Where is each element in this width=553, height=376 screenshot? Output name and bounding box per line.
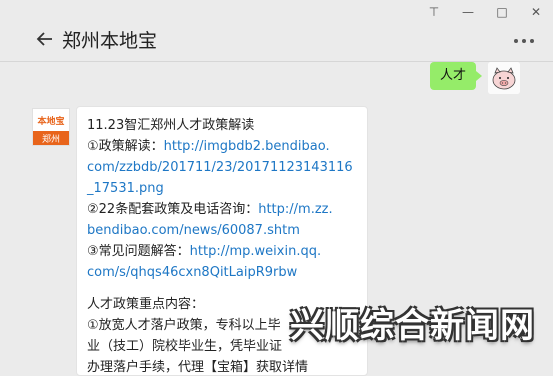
consult-link[interactable]: http://m.zz.: [258, 202, 332, 217]
pig-avatar-icon: [488, 62, 520, 94]
message-line: com/zzbdb/201711/23/20171123143116: [87, 157, 357, 178]
consult-link[interactable]: bendibao.com/news/60087.shtm: [87, 223, 300, 238]
watermark: 兴顺综合新闻网: [290, 306, 535, 346]
outgoing-message-text: 人才: [440, 68, 467, 83]
avatar-city-text: 郑州: [33, 131, 69, 145]
policy-link[interactable]: _17531.png: [87, 181, 164, 196]
faq-link[interactable]: http://mp.weixin.qq.: [190, 244, 321, 259]
avatar-brand-text: 本地宝: [37, 116, 65, 127]
bendibao-avatar[interactable]: 本地宝 郑州: [32, 108, 70, 146]
arrow-left-icon[interactable]: [34, 28, 56, 50]
message-line: ①政策解读：http://imgbdb2.bendibao.: [87, 139, 330, 154]
message-line: _17531.png: [87, 178, 357, 199]
more-dots-icon[interactable]: [513, 38, 535, 44]
chat-header: 郑州本地宝: [0, 20, 553, 60]
outgoing-message[interactable]: 人才: [430, 62, 483, 90]
message-line: ②22条配套政策及电话咨询：http://m.zz.: [87, 202, 333, 217]
message-line: bendibao.com/news/60087.shtm: [87, 220, 357, 241]
self-avatar[interactable]: [488, 62, 520, 94]
message-line: com/s/qhqs46cxn8QitLaipR9rbw: [87, 262, 357, 283]
chat-title: 郑州本地宝: [62, 30, 158, 52]
faq-link[interactable]: com/s/qhqs46cxn8QitLaipR9rbw: [87, 265, 297, 280]
policy-link[interactable]: http://imgbdb2.bendibao.: [164, 139, 330, 154]
policy-link[interactable]: com/zzbdb/201711/23/20171123143116: [87, 160, 353, 175]
message-line: ③常见问题解答：http://mp.weixin.qq.: [87, 244, 322, 259]
message-line: 11.23智汇郑州人才政策解读: [87, 118, 255, 133]
